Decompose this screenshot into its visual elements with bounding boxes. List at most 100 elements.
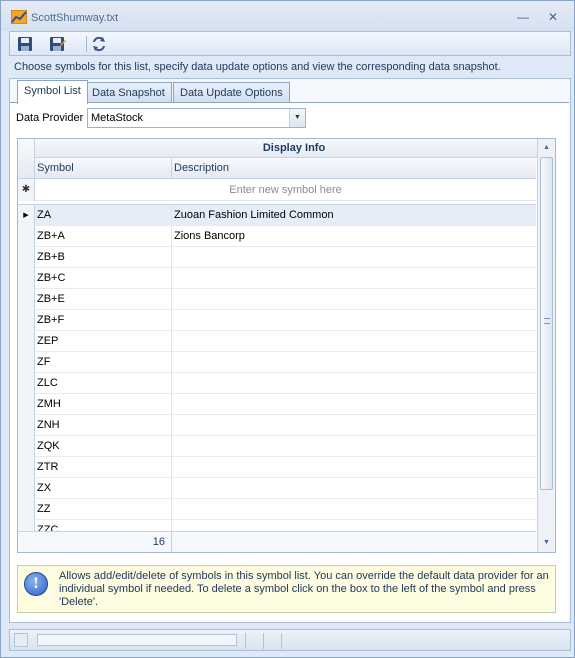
cell-description[interactable]: [172, 268, 536, 289]
cell-description[interactable]: [172, 352, 536, 373]
row-selector[interactable]: [18, 415, 35, 436]
cell-symbol[interactable]: ZZC: [35, 520, 172, 531]
cell-symbol[interactable]: ZMH: [35, 394, 172, 415]
chevron-down-icon[interactable]: ▼: [289, 109, 305, 127]
table-row[interactable]: ZB+F: [18, 310, 536, 331]
minimize-button[interactable]: —: [516, 10, 530, 24]
cell-symbol[interactable]: ZB+C: [35, 268, 172, 289]
cell-symbol[interactable]: ZQK: [35, 436, 172, 457]
row-selector[interactable]: [18, 310, 35, 331]
row-selector[interactable]: [18, 520, 35, 531]
cell-symbol[interactable]: ZZ: [35, 499, 172, 520]
grid-footer: 16: [18, 531, 536, 552]
row-selector[interactable]: [18, 352, 35, 373]
scroll-thumb[interactable]: [540, 157, 553, 490]
table-row[interactable]: ZF: [18, 352, 536, 373]
cell-description[interactable]: [172, 499, 536, 520]
cell-description[interactable]: [172, 394, 536, 415]
cell-description[interactable]: [172, 373, 536, 394]
table-row[interactable]: ZTR: [18, 457, 536, 478]
table-row[interactable]: ZB+E: [18, 289, 536, 310]
cell-description[interactable]: [172, 415, 536, 436]
row-selector[interactable]: [18, 478, 35, 499]
toolbar: [9, 31, 571, 56]
cell-symbol[interactable]: ZB+A: [35, 226, 172, 247]
symbol-grid: Display Info Symbol Description ✱ Enter …: [17, 138, 556, 553]
row-selector[interactable]: [18, 436, 35, 457]
table-row[interactable]: ZB+C: [18, 268, 536, 289]
new-row-placeholder[interactable]: Enter new symbol here: [35, 179, 536, 201]
grid-corner: [18, 139, 35, 179]
table-row[interactable]: ZZC: [18, 520, 536, 531]
row-selector[interactable]: [18, 394, 35, 415]
status-separator: [245, 633, 246, 649]
info-icon: !: [24, 572, 48, 596]
cell-description[interactable]: [172, 310, 536, 331]
row-selector[interactable]: [18, 373, 35, 394]
tab-symbol-list[interactable]: Symbol List: [17, 80, 88, 104]
row-selector[interactable]: [18, 268, 35, 289]
vertical-scrollbar[interactable]: ▲ ▼: [537, 139, 555, 552]
cell-description[interactable]: [172, 520, 536, 531]
table-row[interactable]: ZZ: [18, 499, 536, 520]
status-icon: [14, 633, 28, 647]
cell-symbol[interactable]: ZB+E: [35, 289, 172, 310]
row-pointer-icon[interactable]: ▶: [18, 205, 35, 226]
window-title: ScottShumway.txt: [31, 12, 119, 24]
status-separator: [281, 633, 282, 649]
status-separator: [263, 633, 264, 649]
cell-description[interactable]: [172, 247, 536, 268]
row-selector[interactable]: [18, 226, 35, 247]
info-text: Allows add/edit/delete of symbols in thi…: [59, 570, 549, 608]
new-row[interactable]: ✱ Enter new symbol here: [18, 179, 536, 201]
progress-bar: [37, 634, 237, 646]
tab-data-update-options[interactable]: Data Update Options: [173, 82, 290, 103]
row-selector[interactable]: [18, 247, 35, 268]
cell-description[interactable]: Zuoan Fashion Limited Common: [172, 205, 536, 226]
column-header-symbol[interactable]: Symbol: [35, 158, 172, 179]
toolbar-separator: [86, 36, 87, 52]
table-row[interactable]: ZEP: [18, 331, 536, 352]
info-box: ! Allows add/edit/delete of symbols in t…: [17, 565, 556, 613]
table-row[interactable]: ZB+A Zions Bancorp: [18, 226, 536, 247]
row-selector[interactable]: [18, 457, 35, 478]
row-selector[interactable]: [18, 331, 35, 352]
cell-symbol[interactable]: ZB+B: [35, 247, 172, 268]
cell-description[interactable]: Zions Bancorp: [172, 226, 536, 247]
table-row[interactable]: ZQK: [18, 436, 536, 457]
tab-data-snapshot[interactable]: Data Snapshot: [85, 82, 172, 103]
table-row[interactable]: ▶ ZA Zuoan Fashion Limited Common: [18, 205, 536, 226]
cell-symbol[interactable]: ZEP: [35, 331, 172, 352]
cell-symbol[interactable]: ZA: [35, 205, 172, 226]
scroll-down-icon[interactable]: ▼: [538, 535, 555, 551]
table-row[interactable]: ZNH: [18, 415, 536, 436]
cell-description[interactable]: [172, 478, 536, 499]
save-icon[interactable]: [16, 35, 34, 53]
title-bar[interactable]: ScottShumway.txt — ✕: [1, 1, 574, 31]
data-provider-value: MetaStock: [91, 112, 143, 124]
table-row[interactable]: ZX: [18, 478, 536, 499]
table-row[interactable]: ZLC: [18, 373, 536, 394]
table-row[interactable]: ZMH: [18, 394, 536, 415]
grip-icon: [544, 318, 550, 324]
close-button[interactable]: ✕: [546, 10, 560, 24]
scroll-up-icon[interactable]: ▲: [538, 140, 555, 156]
cell-description[interactable]: [172, 331, 536, 352]
save-as-icon[interactable]: [48, 35, 66, 53]
cell-symbol[interactable]: ZLC: [35, 373, 172, 394]
row-selector[interactable]: [18, 289, 35, 310]
data-provider-select[interactable]: MetaStock ▼: [87, 108, 306, 128]
cell-symbol[interactable]: ZNH: [35, 415, 172, 436]
table-row[interactable]: ZB+B: [18, 247, 536, 268]
cell-symbol[interactable]: ZF: [35, 352, 172, 373]
row-selector[interactable]: [18, 499, 35, 520]
column-header-description[interactable]: Description: [172, 158, 536, 179]
refresh-icon[interactable]: [90, 35, 108, 53]
cell-symbol[interactable]: ZTR: [35, 457, 172, 478]
cell-symbol[interactable]: ZX: [35, 478, 172, 499]
cell-description[interactable]: [172, 289, 536, 310]
app-icon: [11, 10, 27, 24]
cell-symbol[interactable]: ZB+F: [35, 310, 172, 331]
cell-description[interactable]: [172, 436, 536, 457]
cell-description[interactable]: [172, 457, 536, 478]
